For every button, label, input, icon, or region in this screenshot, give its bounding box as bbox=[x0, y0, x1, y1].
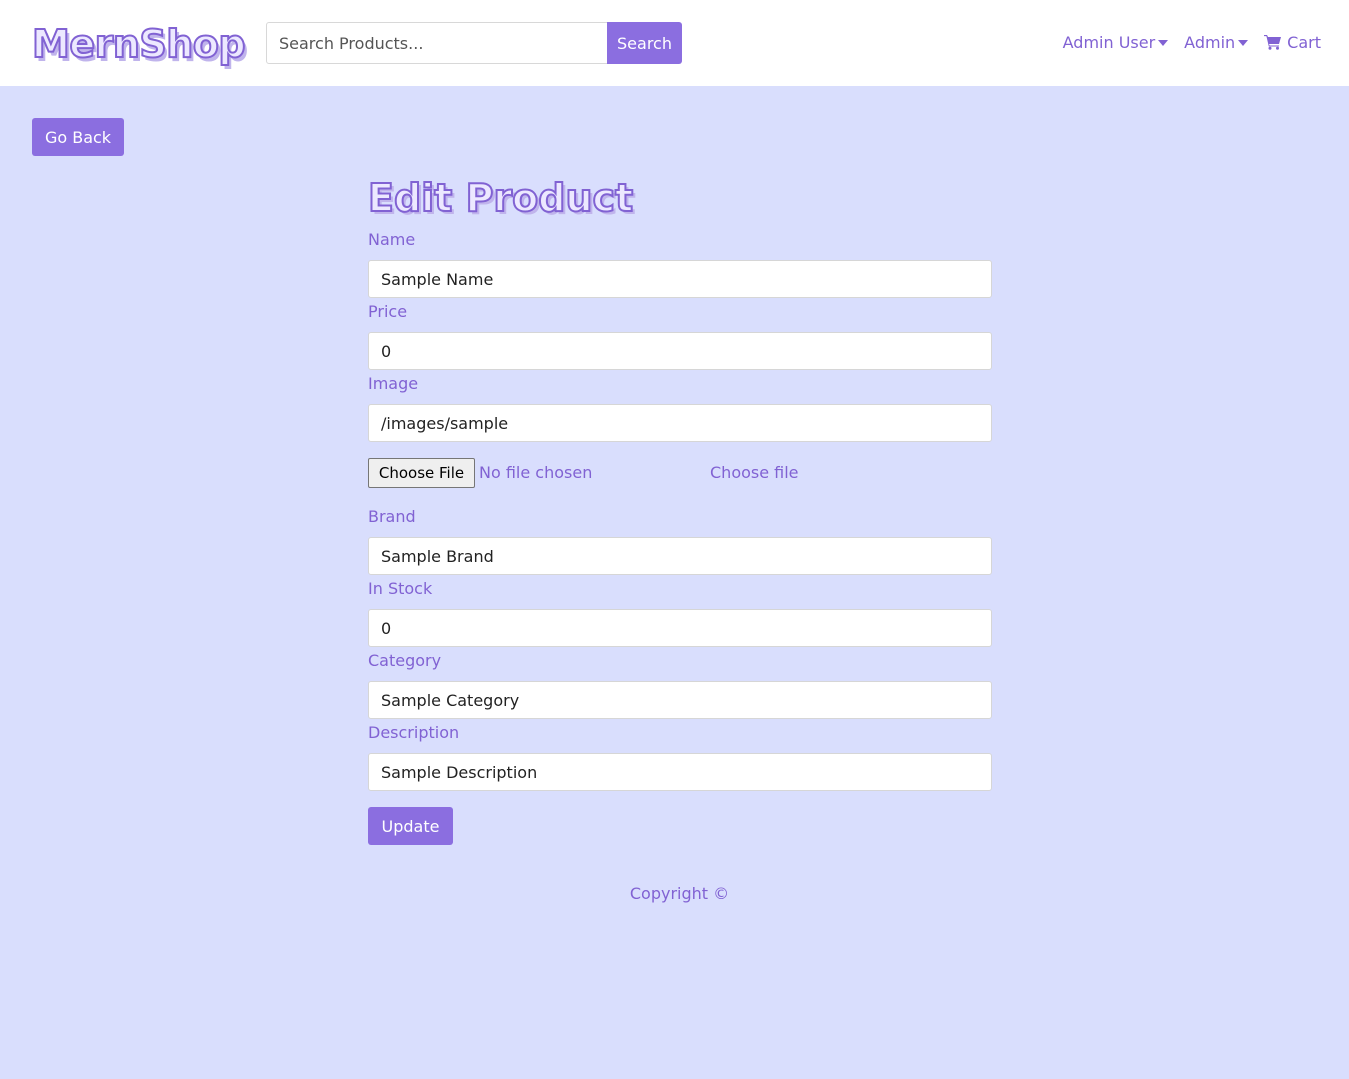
category-input[interactable] bbox=[368, 681, 992, 719]
image-file-picker: Choose File No file chosen Choose file bbox=[368, 458, 992, 488]
brand-label: Brand bbox=[368, 507, 416, 526]
brand-logo[interactable]: MernShop bbox=[31, 18, 247, 70]
admin-menu-dropdown[interactable]: Admin bbox=[1184, 32, 1249, 52]
category-label: Category bbox=[368, 651, 442, 670]
file-picker-label[interactable]: Choose file bbox=[710, 458, 799, 488]
search-button[interactable]: Search bbox=[607, 22, 682, 64]
stock-input[interactable] bbox=[368, 609, 992, 647]
chevron-down-icon bbox=[1238, 39, 1249, 46]
chevron-down-icon bbox=[1158, 39, 1169, 46]
brand-input[interactable] bbox=[368, 537, 992, 575]
footer-copyright: Copyright © bbox=[629, 884, 730, 903]
admin-menu-label: Admin bbox=[1184, 32, 1236, 52]
description-label: Description bbox=[368, 723, 460, 742]
description-input[interactable] bbox=[368, 753, 992, 791]
shopping-cart-icon bbox=[1264, 35, 1282, 50]
nav-right: Admin User Admin Cart bbox=[1063, 30, 1321, 54]
choose-file-button[interactable]: Choose File bbox=[368, 458, 475, 488]
go-back-button[interactable]: Go Back bbox=[32, 118, 124, 156]
user-menu-dropdown[interactable]: Admin User bbox=[1063, 33, 1169, 52]
name-input[interactable] bbox=[368, 260, 992, 298]
navbar: MernShop Search Admin User Admin Cart bbox=[0, 0, 1349, 86]
stock-label: In Stock bbox=[368, 579, 433, 598]
name-label: Name bbox=[368, 230, 416, 249]
price-label: Price bbox=[368, 302, 408, 321]
update-button[interactable]: Update bbox=[368, 807, 453, 845]
user-menu-label: Admin User bbox=[1062, 32, 1156, 52]
page-title: Edit Product bbox=[367, 175, 634, 221]
price-input[interactable] bbox=[368, 332, 992, 370]
image-input[interactable] bbox=[368, 404, 992, 442]
cart-link[interactable]: Cart bbox=[1264, 33, 1321, 52]
cart-label: Cart bbox=[1287, 32, 1321, 52]
edit-product-form: Edit Product Name Price Image Choose Fil… bbox=[367, 170, 992, 845]
file-status: No file chosen bbox=[479, 463, 593, 482]
image-label: Image bbox=[368, 374, 419, 393]
search-input[interactable] bbox=[266, 22, 608, 64]
